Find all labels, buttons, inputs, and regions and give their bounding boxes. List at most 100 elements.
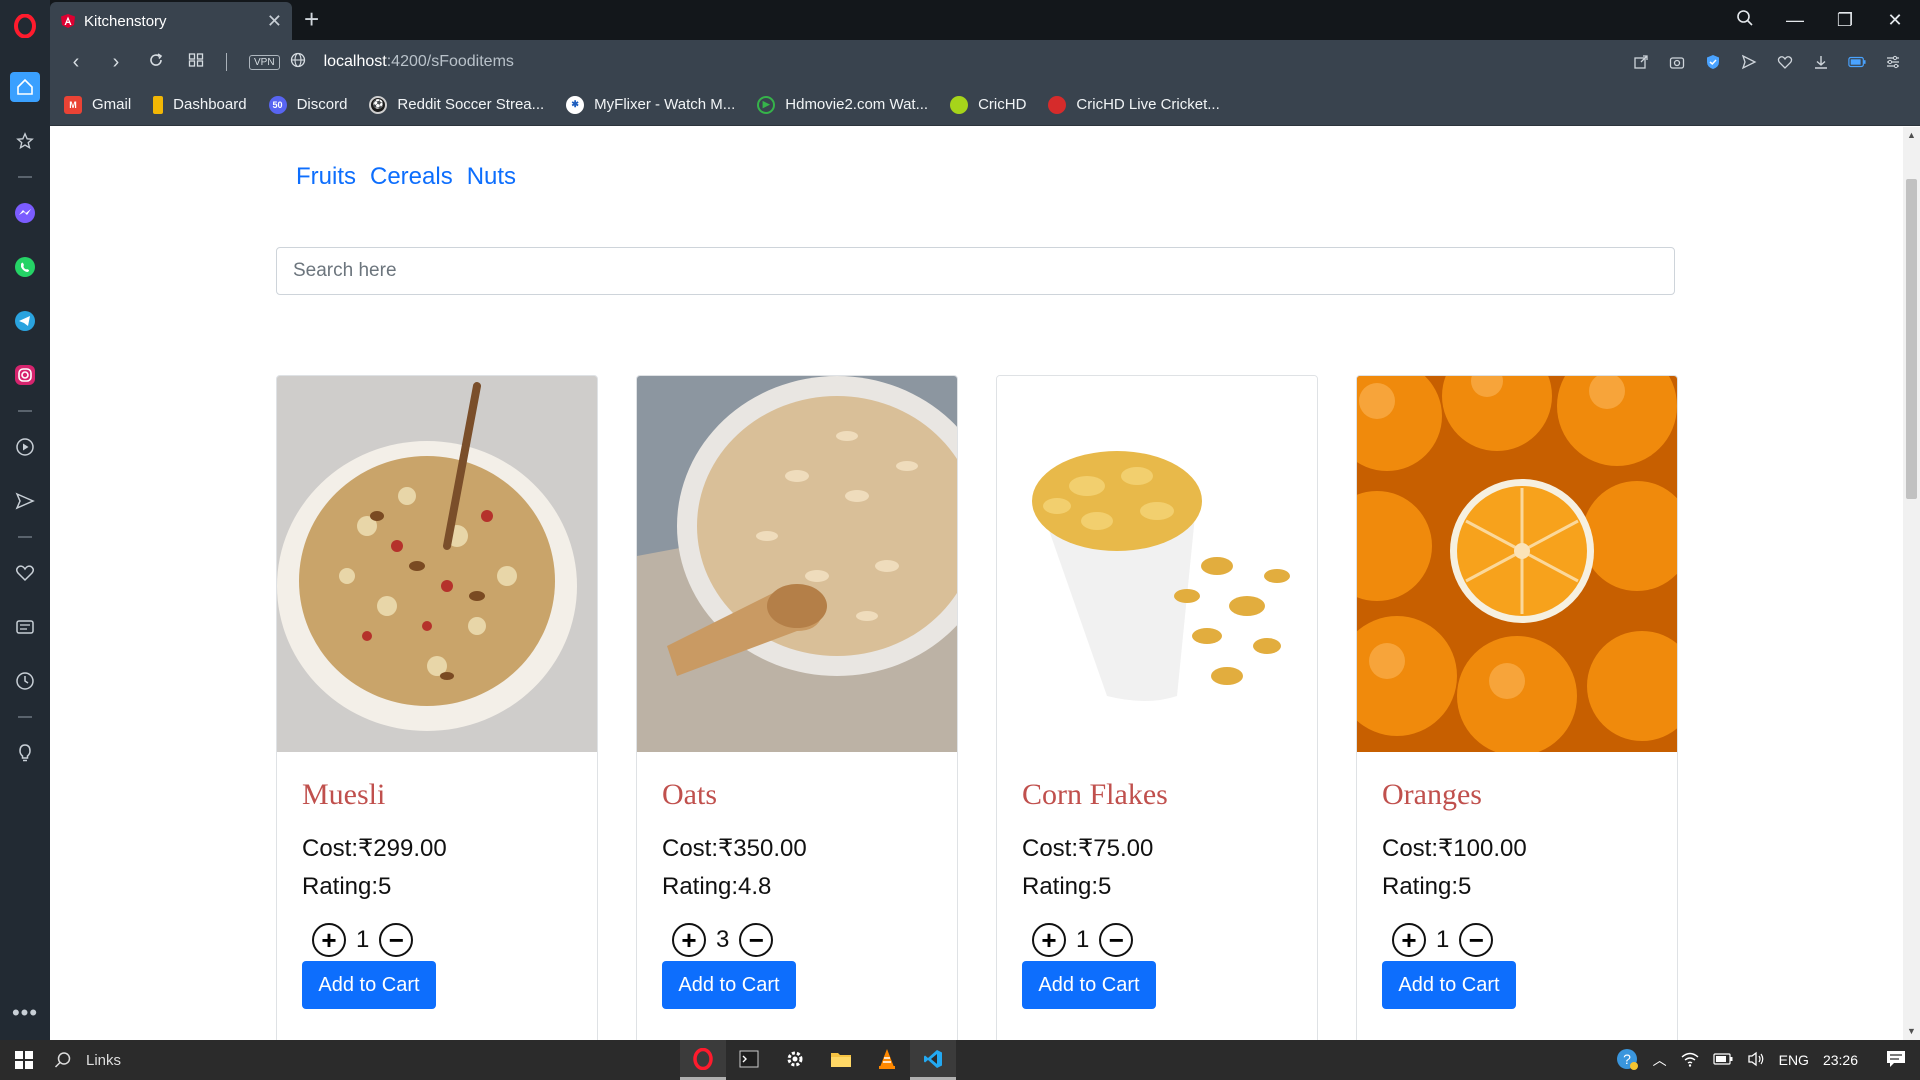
bookmark-gmail[interactable]: M Gmail [64, 95, 131, 114]
quantity-stepper: + 1 − [312, 923, 572, 957]
taskbar-terminal-icon[interactable] [726, 1040, 772, 1080]
product-name: Muesli [302, 778, 386, 811]
back-icon[interactable]: ‹ [56, 51, 96, 74]
bookmark-myflixer[interactable]: ✱ MyFlixer - Watch M... [566, 95, 736, 114]
increment-plus-icon[interactable]: + [672, 923, 706, 957]
scroll-thumb[interactable] [1906, 179, 1917, 499]
discord-icon: 50 [268, 95, 287, 114]
category-link-fruits[interactable]: Fruits [296, 163, 356, 191]
opera-logo-icon[interactable] [0, 0, 50, 52]
bookmark-hdmovie2[interactable]: ▶ Hdmovie2.com Wat... [757, 95, 928, 114]
bookmark-dashboard[interactable]: Dashboard [153, 95, 247, 114]
increment-plus-icon[interactable]: + [1032, 923, 1066, 957]
taskbar-vlc-icon[interactable] [864, 1040, 910, 1080]
tab-title: Kitchenstory [84, 12, 167, 30]
share-icon[interactable] [1632, 53, 1650, 71]
news-icon[interactable] [10, 612, 40, 642]
browser-search-icon[interactable] [1720, 9, 1770, 32]
decrement-minus-icon[interactable]: − [1099, 923, 1134, 957]
add-to-cart-button[interactable]: Add to Cart [1022, 961, 1156, 1009]
close-window-icon[interactable]: ✕ [1870, 10, 1920, 31]
tiles-icon[interactable] [176, 51, 216, 74]
dashboard-icon [153, 95, 164, 114]
increment-plus-icon[interactable]: + [312, 923, 346, 957]
whatsapp-icon[interactable] [10, 252, 40, 282]
product-card-oats: Oats Cost:₹350.00 Rating:4.8 + 3 − Add t… [636, 375, 958, 1040]
taskbar-apps [680, 1040, 956, 1080]
soccer-icon: ⚽ [369, 95, 388, 114]
help-icon[interactable]: ? [1615, 1047, 1639, 1074]
bookmark-label: Reddit Soccer Strea... [397, 96, 545, 113]
product-card-oranges: Oranges Cost:₹100.00 Rating:5 + 1 − Add … [1356, 375, 1678, 1040]
taskbar-opera-icon[interactable] [680, 1040, 726, 1080]
battery-saver-icon[interactable] [1848, 53, 1866, 71]
scroll-up-arrow-icon[interactable]: ▲ [1903, 127, 1920, 144]
quantity-value: 1 [1436, 926, 1450, 953]
lightbulb-icon[interactable] [10, 738, 40, 768]
windows-start-icon[interactable] [0, 1040, 48, 1080]
new-tab-icon[interactable]: + [304, 6, 319, 32]
send-flow-icon[interactable] [10, 486, 40, 516]
scroll-down-arrow-icon[interactable]: ▼ [1903, 1023, 1920, 1040]
decrement-minus-icon[interactable]: − [739, 923, 774, 957]
player-icon[interactable] [10, 432, 40, 462]
bookmark-crichd[interactable]: CricHD [950, 95, 1027, 114]
decrement-minus-icon[interactable]: − [1459, 923, 1494, 957]
instagram-icon[interactable] [10, 360, 40, 390]
bookmark-crichd-live[interactable]: CricHD Live Cricket... [1048, 95, 1220, 114]
snapshot-icon[interactable] [1668, 53, 1686, 71]
wifi-icon[interactable] [1681, 1051, 1699, 1070]
decrement-minus-icon[interactable]: − [379, 923, 414, 957]
easy-setup-icon[interactable] [1884, 53, 1902, 71]
taskbar-file-explorer-icon[interactable] [818, 1040, 864, 1080]
bookmark-heart-icon[interactable] [1776, 53, 1794, 71]
reload-icon[interactable] [136, 51, 176, 74]
search-input[interactable] [276, 247, 1675, 295]
messenger-icon[interactable] [10, 198, 40, 228]
notifications-icon[interactable] [1886, 1050, 1906, 1071]
page-scrollbar[interactable]: ▲ ▼ [1903, 127, 1920, 1040]
forward-icon[interactable]: › [96, 51, 136, 74]
quantity-stepper: + 1 − [1392, 923, 1652, 957]
clock[interactable]: 23:26 [1823, 1052, 1858, 1068]
battery-icon[interactable] [1713, 1052, 1733, 1068]
url-field[interactable]: localhost:4200/sFooditems [324, 53, 514, 71]
tab-kitchenstory[interactable]: Kitchenstory ✕ [50, 2, 292, 40]
category-link-nuts[interactable]: Nuts [467, 163, 516, 191]
close-tab-icon[interactable]: ✕ [267, 11, 282, 32]
bookmarks-bar: M Gmail Dashboard 50 Discord ⚽ Reddit Socce… [50, 84, 1920, 126]
taskbar-settings-gear-icon[interactable] [772, 1040, 818, 1080]
add-to-cart-button[interactable]: Add to Cart [302, 961, 436, 1009]
speed-dial-star-icon[interactable] [10, 126, 40, 156]
gmail-icon: M [64, 95, 82, 114]
globe-icon[interactable] [290, 52, 306, 73]
svg-text:?: ? [1623, 1051, 1631, 1067]
downloads-icon[interactable] [1812, 53, 1830, 71]
bookmark-label: CricHD Live Cricket... [1076, 96, 1220, 113]
language-indicator[interactable]: ENG [1779, 1052, 1809, 1068]
send-icon[interactable] [1740, 53, 1758, 71]
increment-plus-icon[interactable]: + [1392, 923, 1426, 957]
history-icon[interactable] [10, 666, 40, 696]
category-link-cereals[interactable]: Cereals [370, 163, 453, 191]
taskbar-search[interactable]: Links [54, 1051, 121, 1069]
bookmark-label: MyFlixer - Watch M... [594, 96, 736, 113]
add-to-cart-button[interactable]: Add to Cart [662, 961, 796, 1009]
telegram-icon[interactable] [10, 306, 40, 336]
system-tray: ? ︿ ENG 23:26 [1615, 1040, 1920, 1080]
bookmark-label: CricHD [978, 96, 1027, 113]
bookmark-discord[interactable]: 50 Discord [268, 95, 347, 114]
minimize-icon[interactable]: — [1770, 10, 1820, 31]
volume-icon[interactable] [1747, 1051, 1765, 1070]
bookmark-reddit-soccer[interactable]: ⚽ Reddit Soccer Strea... [369, 95, 545, 114]
chevron-up-icon[interactable]: ︿ [1653, 1050, 1667, 1070]
restore-icon[interactable]: ❐ [1820, 10, 1870, 31]
vpn-badge[interactable]: VPN [249, 54, 280, 70]
home-icon[interactable] [10, 72, 40, 102]
adblock-shield-icon[interactable] [1704, 53, 1722, 71]
card-body: Oranges Cost:₹100.00 Rating:5 + 1 − Add … [1357, 752, 1677, 1031]
taskbar-vscode-icon[interactable] [910, 1040, 956, 1080]
heart-icon[interactable] [10, 558, 40, 588]
more-icon[interactable]: ••• [12, 1000, 38, 1026]
add-to-cart-button[interactable]: Add to Cart [1382, 961, 1516, 1009]
